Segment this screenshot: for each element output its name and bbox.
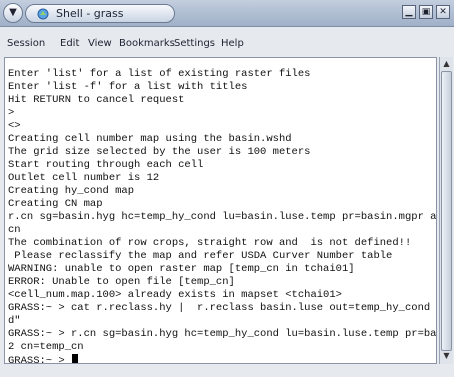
menu-bar: Session Edit View Bookmarks Settings Hel… — [0, 27, 454, 81]
vertical-scrollbar[interactable]: ▲ ▼ — [439, 57, 453, 364]
title-bar[interactable]: ▼ Shell - grass ▁ ▣ ✕ — [0, 0, 454, 27]
terminal-line: GRASS:~ > cat r.reclass.hy | r.reclass b… — [8, 302, 431, 314]
terminal-line: ERROR: Unable to open file [temp_cn] — [8, 276, 235, 288]
terminal-prompt-line[interactable]: GRASS:~ > — [8, 354, 79, 364]
menu-session[interactable]: Session — [7, 38, 45, 49]
terminal-prompt: GRASS:~ > — [8, 355, 72, 364]
window-title: Shell - grass — [56, 7, 124, 20]
terminal-line: <cell_num.map.100> already exists in map… — [8, 289, 342, 301]
terminal-line: r.cn sg=basin.hyg hc=temp_hy_cond lu=bas… — [8, 211, 437, 223]
menu-edit[interactable]: Edit — [60, 38, 79, 49]
menu-help[interactable]: Help — [221, 38, 244, 49]
terminal-line: Enter 'list -f' for a list with titles — [8, 81, 248, 93]
close-button[interactable]: ✕ — [436, 5, 450, 19]
terminal-line: Start routing through each cell — [8, 159, 204, 171]
terminal-line: Enter 'list' for a list of existing rast… — [8, 68, 311, 80]
window-menu-button[interactable]: ▼ — [3, 3, 23, 23]
menu-settings[interactable]: Settings — [174, 38, 215, 49]
scroll-up-icon[interactable]: ▲ — [440, 58, 453, 70]
terminal-line: Please reclassify the map and refer USDA… — [8, 250, 393, 262]
terminal-line: GRASS:~ > r.cn sg=basin.hyg hc=temp_hy_c… — [8, 328, 437, 340]
chevron-down-icon: ▼ — [9, 7, 17, 18]
terminal-line: Creating cell number map using the basin… — [8, 133, 292, 145]
terminal-line: Creating CN map — [8, 198, 103, 210]
terminal-window: ▼ Shell - grass ▁ ▣ ✕ Session Edit View … — [0, 0, 454, 377]
window-bottom-edge — [0, 366, 454, 377]
minimize-button[interactable]: ▁ — [402, 5, 416, 19]
terminal-line: Hit RETURN to cancel request — [8, 94, 185, 106]
terminal-line: The combination of row crops, straight r… — [8, 237, 412, 249]
scrollbar-thumb[interactable] — [441, 71, 452, 351]
terminal-line: > — [8, 107, 15, 119]
terminal-line: WARNING: unable to open raster map [temp… — [8, 263, 355, 275]
terminal-output[interactable]: Enter 'list' for a list of existing rast… — [4, 57, 437, 364]
terminal-line: <> — [8, 120, 21, 132]
terminal-line: The grid size selected by the user is 10… — [8, 146, 311, 158]
terminal-line: Creating hy_cond map — [8, 185, 135, 197]
window-title-pill[interactable]: Shell - grass — [25, 4, 175, 23]
menu-view[interactable]: View — [88, 38, 112, 49]
maximize-button[interactable]: ▣ — [419, 5, 433, 19]
terminal-line: Outlet cell number is 12 — [8, 172, 160, 184]
terminal-line: cn — [8, 224, 21, 236]
shell-icon — [37, 8, 49, 20]
scroll-down-icon[interactable]: ▼ — [440, 350, 453, 362]
text-cursor — [72, 354, 79, 363]
terminal-line: d" — [8, 315, 21, 327]
terminal-line: 2 cn=temp_cn — [8, 341, 84, 353]
menu-bookmarks[interactable]: Bookmarks — [119, 38, 175, 49]
